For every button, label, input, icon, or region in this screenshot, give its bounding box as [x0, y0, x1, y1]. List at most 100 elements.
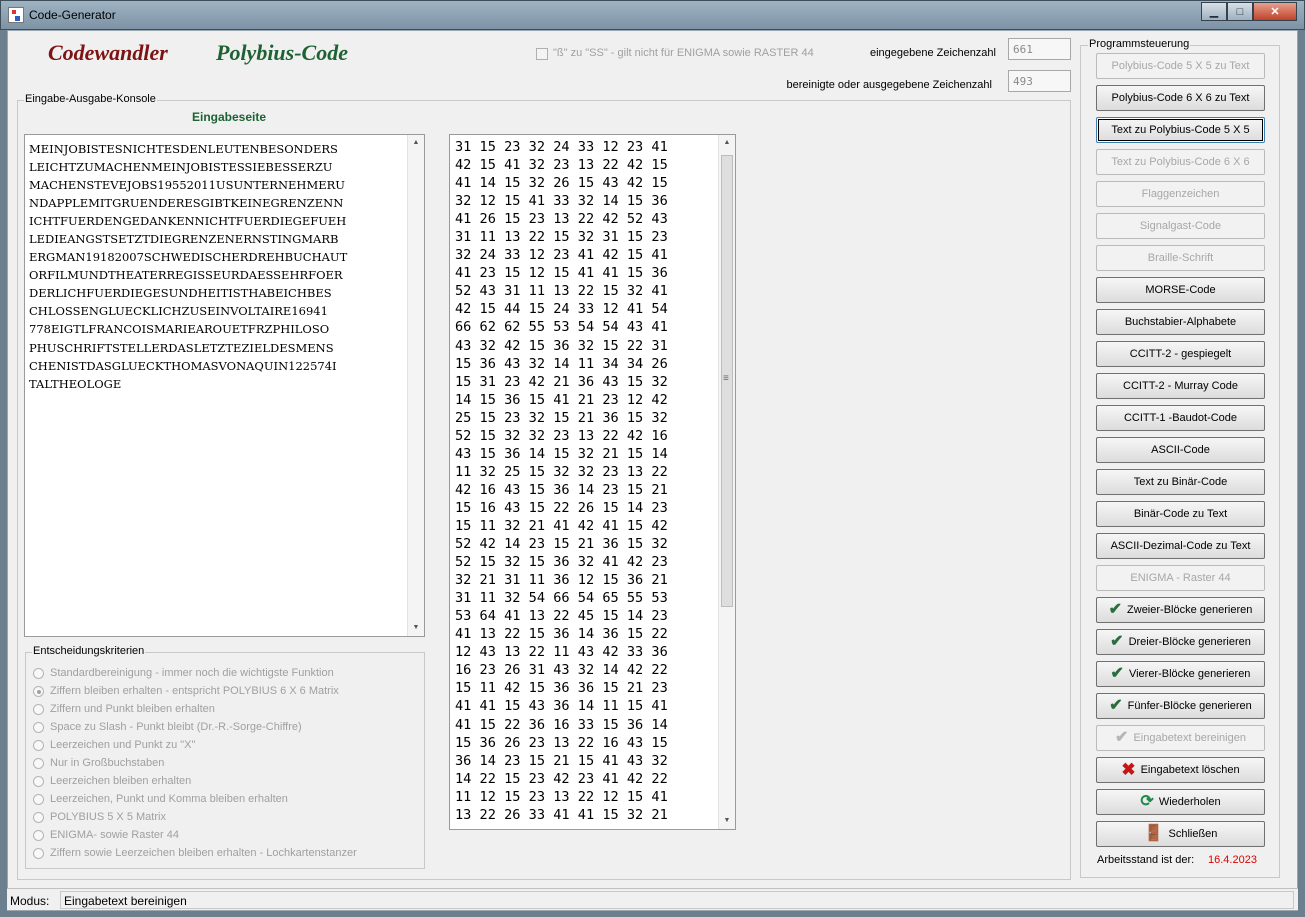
program-button[interactable]: 🚪 Schließen [1096, 821, 1265, 847]
program-button[interactable]: CCITT-1 -Baudot-Code [1096, 405, 1265, 431]
ss-option-label: "ß" zu "SS" - gilt nicht für ENIGMA sowi… [553, 47, 814, 59]
program-button-label: ENIGMA - Raster 44 [1130, 572, 1231, 584]
radio-button[interactable] [33, 829, 44, 841]
criteria-option[interactable]: Space zu Slash - Punkt bleibt (Dr.-R.-So… [33, 718, 302, 736]
program-button[interactable]: ENIGMA - Raster 44 [1096, 565, 1265, 591]
program-button[interactable]: ✔ Fünfer-Blöcke generieren [1096, 693, 1265, 719]
program-button-label: Schließen [1168, 828, 1218, 840]
close-window-button[interactable]: ✕ [1253, 2, 1297, 21]
input-textarea[interactable]: MEINJOBISTESNICHTESDENLEUTENBESONDERS LE… [24, 134, 425, 637]
program-button[interactable]: ✔ Eingabetext bereinigen [1096, 725, 1265, 751]
program-button[interactable]: CCITT-2 - Murray Code [1096, 373, 1265, 399]
logo-codewandler: Codewandler [48, 40, 168, 65]
program-button[interactable]: Text zu Polybius-Code 5 X 5 [1096, 117, 1265, 143]
criteria-option[interactable]: Leerzeichen bleiben erhalten [33, 772, 191, 790]
program-button[interactable]: ✔ Dreier-Blöcke generieren [1096, 629, 1265, 655]
criteria-option[interactable]: Ziffern und Punkt bleiben erhalten [33, 700, 215, 718]
program-button[interactable]: Binär-Code zu Text [1096, 501, 1265, 527]
checkmark-icon: ✔ [1110, 633, 1124, 650]
radio-button[interactable] [33, 775, 44, 787]
program-button[interactable]: Polybius-Code 6 X 6 zu Text [1096, 85, 1265, 111]
radio-button[interactable] [33, 811, 44, 823]
program-button[interactable]: ✖ Eingabetext löschen [1096, 757, 1265, 783]
output-count-field[interactable]: 493 [1008, 70, 1071, 92]
program-button[interactable]: Braille-Schrift [1096, 245, 1265, 271]
criteria-option-label: POLYBIUS 5 X 5 Matrix [50, 811, 166, 823]
radio-button[interactable] [33, 703, 44, 715]
input-scrollbar[interactable]: ▲ ▼ [407, 135, 424, 636]
program-button-label: Wiederholen [1158, 796, 1221, 808]
criteria-option-label: Ziffern und Punkt bleiben erhalten [50, 703, 215, 715]
radio-button[interactable] [33, 739, 44, 751]
checkmark-icon: ✔ [1115, 729, 1129, 746]
program-button[interactable]: Signalgast-Code [1096, 213, 1265, 239]
radio-button[interactable] [33, 847, 44, 859]
criteria-option-label: Standardbereinigung - immer noch die wic… [50, 667, 334, 679]
scroll-down-icon[interactable]: ▼ [719, 813, 735, 829]
window-title-bar[interactable]: Code-Generator ▁ □ ✕ [0, 0, 1305, 30]
radio-button[interactable] [33, 685, 44, 697]
program-button-label: Vierer-Blöcke generieren [1128, 668, 1251, 680]
scroll-down-icon[interactable]: ▼ [408, 620, 424, 636]
criteria-title: Entscheidungskriterien [32, 645, 146, 657]
window-title: Code-Generator [29, 8, 116, 22]
radio-button[interactable] [33, 793, 44, 805]
input-text: MEINJOBISTESNICHTESDENLEUTENBESONDERS LE… [29, 142, 348, 391]
criteria-option[interactable]: Leerzeichen, Punkt und Komma bleiben erh… [33, 790, 288, 808]
program-button[interactable]: ASCII-Code [1096, 437, 1265, 463]
criteria-option-label: Leerzeichen bleiben erhalten [50, 775, 192, 787]
checkmark-icon: ✔ [1110, 665, 1124, 682]
refresh-icon: ⟳ [1140, 793, 1154, 810]
logo-polybius-code: Polybius-Code [216, 40, 348, 65]
criteria-option[interactable]: Ziffern bleiben erhalten - entspricht PO… [33, 682, 339, 700]
program-button[interactable]: ✔ Zweier-Blöcke generieren [1096, 597, 1265, 623]
output-scrollbar[interactable]: ▲ ≡ ▼ [718, 135, 735, 829]
program-button[interactable]: Text zu Polybius-Code 6 X 6 [1096, 149, 1265, 175]
program-button[interactable]: ASCII-Dezimal-Code zu Text [1096, 533, 1265, 559]
radio-button[interactable] [33, 667, 44, 679]
scroll-grip-icon: ≡ [723, 373, 729, 384]
criteria-option[interactable]: ENIGMA- sowie Raster 44 [33, 826, 179, 844]
program-button[interactable]: Buchstabier-Alphabete [1096, 309, 1265, 335]
maximize-button[interactable]: □ [1227, 2, 1253, 21]
program-button[interactable]: ✔ Vierer-Blöcke generieren [1096, 661, 1265, 687]
criteria-option-label: Nur in Großbuchstaben [50, 757, 165, 769]
criteria-option[interactable]: Nur in Großbuchstaben [33, 754, 164, 772]
scroll-up-icon[interactable]: ▲ [719, 135, 735, 151]
program-button-label: Polybius-Code 6 X 6 zu Text [1111, 92, 1250, 104]
output-textarea[interactable]: 31 15 23 32 24 33 12 23 41 42 15 41 32 2… [449, 134, 736, 830]
program-button-label: Text zu Polybius-Code 6 X 6 [1111, 156, 1250, 168]
program-control-title: Programmsteuerung [1088, 38, 1191, 50]
program-button-label: Braille-Schrift [1147, 252, 1214, 264]
criteria-option-label: Ziffern bleiben erhalten - entspricht PO… [50, 685, 339, 697]
version-date: 16.4.2023 [1208, 854, 1257, 866]
program-button[interactable]: CCITT-2 - gespiegelt [1096, 341, 1265, 367]
program-button-label: Zweier-Blöcke generieren [1127, 604, 1253, 616]
program-button[interactable]: Polybius-Code 5 X 5 zu Text [1096, 53, 1265, 79]
scroll-up-icon[interactable]: ▲ [408, 135, 424, 151]
program-button-label: ASCII-Dezimal-Code zu Text [1110, 540, 1251, 552]
program-button-label: Eingabetext löschen [1140, 764, 1240, 776]
criteria-option[interactable]: POLYBIUS 5 X 5 Matrix [33, 808, 166, 826]
criteria-option[interactable]: Standardbereinigung - immer noch die wic… [33, 664, 334, 682]
program-button-label: CCITT-2 - Murray Code [1123, 380, 1238, 392]
program-button-label: CCITT-1 -Baudot-Code [1123, 412, 1238, 424]
version-label: Arbeitsstand ist der: [1097, 854, 1195, 866]
program-button[interactable]: ⟳ Wiederholen [1096, 789, 1265, 815]
program-button-label: Text zu Binär-Code [1133, 476, 1228, 488]
radio-button[interactable] [33, 721, 44, 733]
program-button[interactable]: Text zu Binär-Code [1096, 469, 1265, 495]
output-text: 31 15 23 32 24 33 12 23 41 42 15 41 32 2… [455, 139, 668, 823]
input-count-field[interactable]: 661 [1008, 38, 1071, 60]
status-label: Modus: [10, 894, 50, 908]
minimize-button[interactable]: ▁ [1201, 2, 1227, 21]
program-button-label: Buchstabier-Alphabete [1124, 316, 1237, 328]
criteria-option[interactable]: Ziffern sowie Leerzeichen bleiben erhalt… [33, 844, 357, 862]
criteria-option[interactable]: Leerzeichen und Punkt zu "X" [33, 736, 195, 754]
program-button[interactable]: MORSE-Code [1096, 277, 1265, 303]
ss-option-checkbox[interactable] [536, 48, 548, 60]
radio-button[interactable] [33, 757, 44, 769]
program-button[interactable]: Flaggenzeichen [1096, 181, 1265, 207]
program-button-label: ASCII-Code [1151, 444, 1210, 456]
window-controls: ▁ □ ✕ [1201, 2, 1297, 21]
